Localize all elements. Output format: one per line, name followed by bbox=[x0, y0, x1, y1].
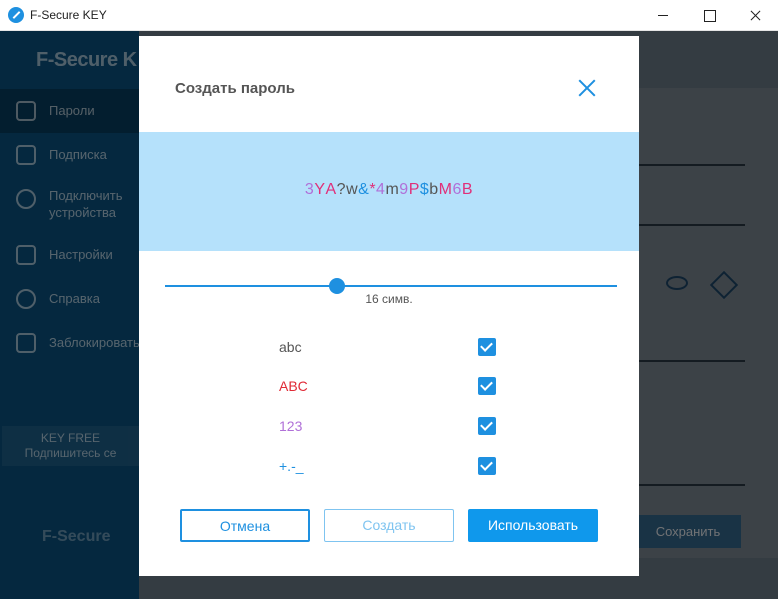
maximize-button[interactable] bbox=[686, 0, 732, 31]
option-label: abc bbox=[279, 339, 302, 355]
window-title: F-Secure KEY bbox=[30, 8, 107, 22]
password-char: b bbox=[429, 181, 439, 198]
close-icon[interactable] bbox=[575, 76, 599, 100]
generated-password-area: 3YA?w&*4m9P$bM6B bbox=[139, 132, 639, 251]
password-char: 9 bbox=[399, 181, 409, 198]
window-titlebar: F-Secure KEY bbox=[0, 0, 778, 31]
password-char: 6 bbox=[452, 181, 462, 198]
password-char: 4 bbox=[376, 181, 386, 198]
app-key-icon bbox=[8, 7, 24, 23]
minimize-button[interactable] bbox=[640, 0, 686, 31]
digits-checkbox[interactable] bbox=[478, 417, 496, 435]
password-char: P bbox=[408, 181, 420, 198]
password-char: * bbox=[369, 181, 377, 198]
password-char: m bbox=[385, 181, 400, 198]
password-char: 3 bbox=[304, 181, 315, 198]
password-char: Y bbox=[314, 181, 326, 198]
dialog-title: Создать пароль bbox=[175, 80, 295, 97]
password-char: & bbox=[358, 181, 370, 198]
password-char: M bbox=[438, 181, 453, 198]
slider-track bbox=[165, 285, 617, 287]
option-lowercase: abc bbox=[279, 337, 497, 359]
cancel-button[interactable]: Отмена bbox=[180, 509, 310, 542]
option-special: +.-_ bbox=[279, 456, 497, 478]
password-char: ? bbox=[336, 181, 347, 198]
generated-password: 3YA?w&*4m9P$bM6B bbox=[305, 181, 473, 199]
password-char: A bbox=[325, 181, 337, 198]
special-checkbox[interactable] bbox=[478, 457, 496, 475]
create-password-dialog: Создать пароль 3YA?w&*4m9P$bM6B 16 симв.… bbox=[139, 36, 639, 576]
length-label: 16 симв. bbox=[365, 292, 413, 306]
option-uppercase: ABC bbox=[279, 376, 497, 398]
password-char: w bbox=[346, 181, 359, 198]
password-char: $ bbox=[419, 181, 430, 198]
uppercase-checkbox[interactable] bbox=[478, 377, 496, 395]
option-label: ABC bbox=[279, 378, 308, 394]
option-label: +.-_ bbox=[279, 458, 304, 474]
password-char: B bbox=[461, 181, 474, 198]
close-window-button[interactable] bbox=[732, 0, 778, 31]
lowercase-checkbox[interactable] bbox=[478, 338, 496, 356]
use-button[interactable]: Использовать bbox=[468, 509, 598, 542]
create-button[interactable]: Создать bbox=[324, 509, 454, 542]
option-digits: 123 bbox=[279, 416, 497, 438]
option-label: 123 bbox=[279, 418, 303, 434]
